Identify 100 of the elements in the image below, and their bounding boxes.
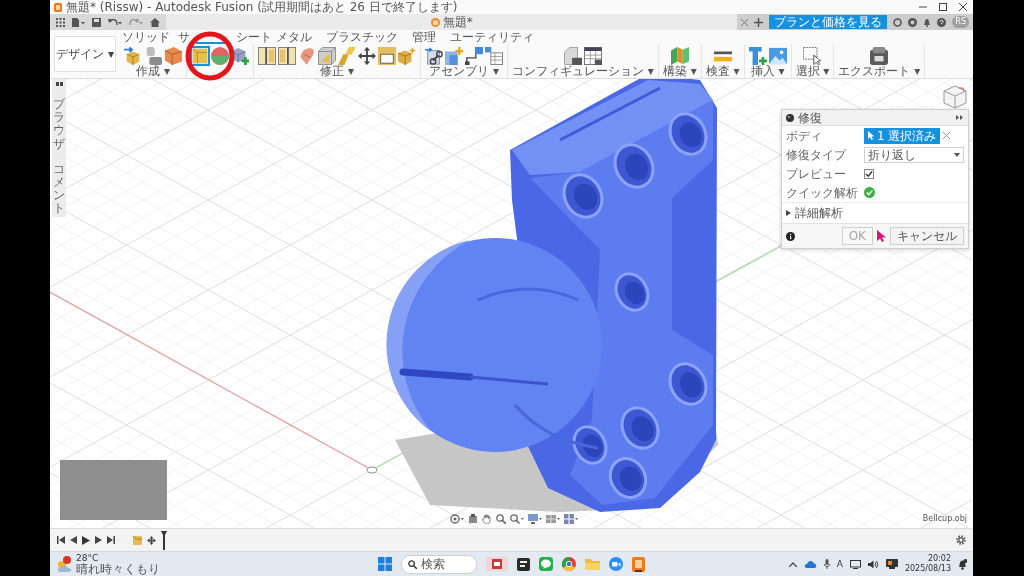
cube-table-icon[interactable]: [563, 47, 582, 65]
tab[interactable]: 管理: [409, 30, 438, 44]
ring-icon[interactable]: [893, 17, 903, 27]
plus-icon[interactable]: [754, 17, 764, 27]
dialog-button[interactable]: キャンセル: [890, 227, 964, 245]
origin-icon: [366, 466, 378, 474]
save-icon[interactable]: [92, 17, 101, 27]
box-plus-icon[interactable]: [231, 47, 249, 65]
panel-tab[interactable]: コメント: [53, 162, 65, 216]
document-tab[interactable]: 無題*: [430, 15, 473, 29]
undo-icon[interactable]: [108, 17, 122, 27]
target-icon[interactable]: [450, 514, 464, 524]
box-icon[interactable]: [164, 47, 182, 65]
bell-icon[interactable]: [923, 17, 932, 27]
chest-icon[interactable]: [870, 47, 889, 65]
group-dropdown[interactable]: アセンブリ ▾: [429, 65, 499, 78]
help-icon[interactable]: [937, 17, 947, 27]
table-icon[interactable]: [583, 47, 602, 65]
tab[interactable]: ソリッド: [120, 30, 172, 44]
search-icon: [408, 559, 417, 569]
home-icon[interactable]: [150, 17, 160, 27]
component-link-icon[interactable]: [425, 47, 443, 65]
maximize-icon[interactable]: [939, 3, 947, 11]
double-bar-icon[interactable]: [55, 82, 63, 86]
cloud-icon[interactable]: [803, 560, 817, 568]
hand-icon[interactable]: [482, 514, 492, 524]
group-dropdown[interactable]: 検査 ▾: [705, 65, 740, 78]
square-icon[interactable]: [378, 47, 396, 65]
tab[interactable]: ユーティリティ: [447, 30, 536, 44]
blocks-icon[interactable]: [144, 47, 162, 65]
clock-date[interactable]: 2025/08/13: [904, 564, 951, 574]
apps-grid-icon[interactable]: [56, 17, 65, 27]
panel-tab[interactable]: ブラウザ: [53, 98, 65, 151]
double-arrow-icon[interactable]: [956, 115, 964, 120]
cube-icon[interactable]: [318, 47, 336, 65]
search-bar[interactable]: 検索: [401, 554, 477, 574]
selection-box-icon[interactable]: [803, 47, 822, 65]
tab[interactable]: サ: [176, 30, 192, 44]
play-icon[interactable]: [82, 535, 90, 545]
donut-icon[interactable]: [908, 17, 918, 27]
close-icon[interactable]: [959, 3, 967, 11]
photo-icon[interactable]: [486, 557, 508, 571]
step-back-icon[interactable]: [70, 536, 77, 544]
zoom-icon[interactable]: [496, 514, 506, 524]
monitor-icon[interactable]: [528, 514, 542, 524]
block-icon[interactable]: [468, 514, 478, 524]
zoom-icon[interactable]: [510, 514, 524, 524]
speaker-icon[interactable]: [867, 559, 879, 569]
chevron-up-icon[interactable]: [788, 561, 797, 567]
search-input[interactable]: 検索: [421, 557, 469, 571]
tab[interactable]: プラスチック: [323, 30, 400, 44]
monitor-icon[interactable]: [849, 559, 861, 569]
move-icon[interactable]: [358, 47, 376, 65]
chat-bubble-icon[interactable]: [539, 557, 553, 571]
document-icon[interactable]: [517, 557, 530, 571]
view-cube-icon[interactable]: [943, 85, 967, 109]
workspace-dropdown[interactable]: デザイン ▾: [54, 36, 116, 72]
app-icon[interactable]: [632, 556, 645, 572]
notification-bell-icon[interactable]: [958, 558, 967, 570]
info-icon[interactable]: [786, 231, 795, 241]
panel-icon[interactable]: [278, 47, 296, 65]
browser-icon[interactable]: [562, 557, 576, 571]
letter-t-plus-icon[interactable]: [748, 47, 767, 65]
3d-model-drawing[interactable]: [386, 79, 717, 512]
clock-time[interactable]: 20:02: [927, 554, 951, 564]
file-icon[interactable]: [72, 17, 85, 27]
settings-icon[interactable]: [956, 535, 966, 545]
checkbox[interactable]: [864, 168, 874, 179]
screen-icon[interactable]: [885, 559, 898, 569]
skip-end-icon[interactable]: [107, 536, 115, 544]
sphere-icon[interactable]: [211, 47, 229, 65]
petal-icon[interactable]: [298, 47, 316, 65]
tab[interactable]: シート メタル: [234, 30, 314, 44]
logo-icon: [430, 17, 440, 27]
linked-squares-icon[interactable]: [465, 47, 483, 65]
group-dropdown[interactable]: 作成 ▾: [136, 65, 170, 78]
video-camera-icon[interactable]: [609, 557, 623, 571]
grid-icon[interactable]: [546, 514, 560, 524]
move-icon[interactable]: [147, 535, 156, 545]
box-arrow-icon[interactable]: [124, 47, 142, 65]
panes-icon[interactable]: [564, 514, 578, 524]
step-forward-icon[interactable]: [95, 536, 102, 544]
skip-start-icon[interactable]: [57, 536, 65, 544]
start-icon[interactable]: [378, 557, 392, 571]
panel-icon[interactable]: [258, 47, 276, 65]
group-dropdown[interactable]: 選択 ▾: [795, 65, 830, 78]
image-icon[interactable]: [768, 47, 787, 65]
plane-icon[interactable]: [670, 47, 689, 65]
input-mode-indicator[interactable]: A: [836, 558, 843, 570]
group-dropdown[interactable]: コンフィギュレーション ▾: [512, 65, 654, 78]
microphone-icon[interactable]: [823, 559, 830, 569]
playhead-marker-icon[interactable]: [161, 530, 167, 550]
group-dropdown[interactable]: 修正 ▾: [320, 65, 354, 78]
box-icon[interactable]: [133, 535, 142, 545]
dropdown[interactable]: 折り返し: [864, 146, 964, 163]
box-icon[interactable]: [191, 47, 209, 65]
box-sparkle-icon[interactable]: [398, 47, 416, 65]
group-dropdown[interactable]: エクスポート ▾: [838, 65, 921, 78]
group-dropdown[interactable]: 構築 ▾: [662, 65, 697, 78]
group-dropdown[interactable]: 挿入 ▾: [750, 65, 785, 78]
